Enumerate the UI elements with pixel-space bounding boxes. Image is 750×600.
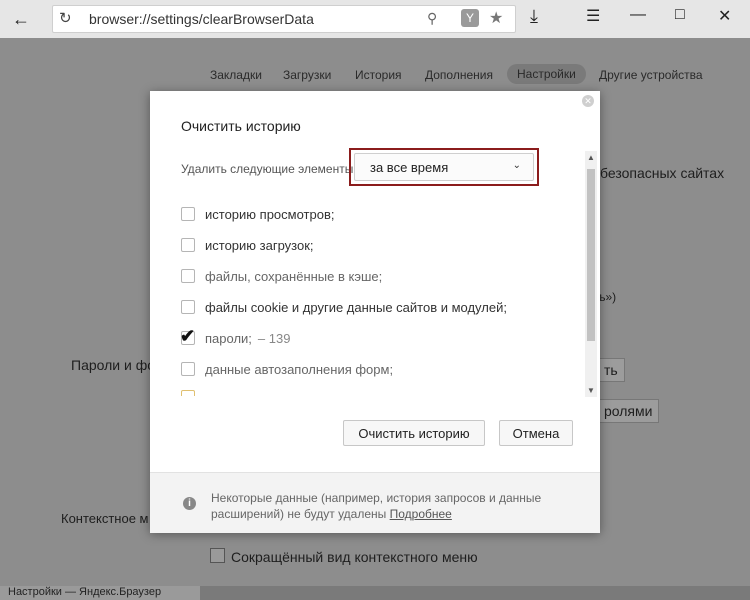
info-icon: i <box>183 497 196 510</box>
period-value: за все время <box>370 160 449 175</box>
bottom-tab-label: Настройки — Яндекс.Браузер <box>8 586 162 598</box>
tab-bookmarks[interactable]: Закладки <box>210 68 262 82</box>
clear-history-dialog: ✕ Очистить историю Удалить следующие эле… <box>150 91 600 533</box>
checkbox-checked[interactable]: ✔ <box>180 326 195 346</box>
checkbox[interactable] <box>181 390 195 396</box>
tab-extensions[interactable]: Дополнения <box>425 68 493 82</box>
checkbox[interactable] <box>181 207 195 221</box>
key-icon[interactable]: ⚲ <box>427 10 437 27</box>
download-icon[interactable]: ⤓ <box>530 6 538 27</box>
reload-icon[interactable]: ↻ <box>59 9 72 27</box>
delete-items-label: Удалить следующие элементы: <box>181 162 357 176</box>
clear-history-button[interactable]: Очистить историю <box>343 420 485 446</box>
period-select[interactable]: за все время ⌄ <box>354 153 534 181</box>
list-item[interactable]: файлы cookie и другие данные сайтов и мо… <box>181 296 507 318</box>
items-list: историю просмотров; историю загрузок; фа… <box>150 191 582 396</box>
address-bar[interactable]: ↻ browser://settings/clearBrowserData ⚲ … <box>52 5 516 33</box>
scroll-down-icon[interactable]: ▼ <box>587 386 595 395</box>
dialog-title: Очистить историю <box>181 118 301 134</box>
list-item-partial[interactable] <box>181 386 205 396</box>
menu-icon[interactable]: ☰ <box>586 6 600 26</box>
list-item[interactable]: историю просмотров; <box>181 203 334 225</box>
chevron-down-icon: ⌄ <box>512 160 521 171</box>
url-text[interactable]: browser://settings/clearBrowserData <box>89 11 314 27</box>
scroll-up-icon[interactable]: ▲ <box>587 153 595 162</box>
learn-more-link[interactable]: Подробнее <box>390 507 452 521</box>
safe-sites-text: безопасных сайтах <box>600 165 725 181</box>
cancel-button[interactable]: Отмена <box>499 420 573 446</box>
minimize-icon[interactable]: — <box>630 6 646 24</box>
list-item[interactable]: историю загрузок; <box>181 234 314 256</box>
checkbox[interactable] <box>181 362 195 376</box>
context-menu-label: Контекстное м <box>61 511 149 526</box>
close-window-icon[interactable]: ✕ <box>718 6 731 26</box>
back-arrow-icon[interactable]: ← <box>8 6 34 32</box>
list-item[interactable]: файлы, сохранённые в кэше; <box>181 265 382 287</box>
maximize-icon[interactable]: □ <box>675 6 685 24</box>
item-label: пароли; <box>205 330 252 346</box>
yandex-icon[interactable]: Y <box>461 9 479 27</box>
checkbox[interactable] <box>181 269 195 283</box>
period-highlight: за все время ⌄ <box>349 148 539 186</box>
tab-history[interactable]: История <box>355 68 402 82</box>
tab-other-devices[interactable]: Другие устройства <box>599 68 703 82</box>
item-label: историю просмотров; <box>205 206 335 222</box>
passwords-forms-label: Пароли и фо <box>71 357 156 373</box>
list-scrollbar[interactable]: ▲ ▼ <box>585 151 597 397</box>
tab-downloads[interactable]: Загрузки <box>283 68 331 82</box>
manage-passwords-button[interactable]: ролями <box>598 399 660 423</box>
checkbox[interactable] <box>181 300 195 314</box>
footer-note-text: Некоторые данные (например, история запр… <box>211 491 542 521</box>
tab-settings[interactable]: Настройки <box>507 64 586 84</box>
scroll-thumb[interactable] <box>587 169 595 341</box>
checkmark-icon: ✔ <box>180 326 196 346</box>
compact-menu-label: Сокращённый вид контекстного меню <box>231 549 478 565</box>
item-label: историю загрузок; <box>205 237 314 253</box>
passwords-count: – 139 <box>257 330 291 346</box>
dialog-footer: i Некоторые данные (например, история за… <box>150 472 600 533</box>
background-button[interactable]: ть <box>598 358 625 382</box>
footer-note: Некоторые данные (например, история запр… <box>211 490 571 522</box>
list-item[interactable]: ✔ пароли; – 139 <box>180 326 291 349</box>
item-label: файлы cookie и другие данные сайтов и мо… <box>205 299 507 315</box>
item-label: данные автозаполнения форм; <box>205 361 394 377</box>
checkbox[interactable] <box>181 238 195 252</box>
bottom-tab[interactable]: Настройки — Яндекс.Браузер <box>0 586 200 600</box>
bookmark-star-icon[interactable]: ★ <box>489 8 503 28</box>
bottom-tab-strip: Настройки — Яндекс.Браузер <box>0 586 750 600</box>
quote-fragment: ъ») <box>598 290 617 304</box>
browser-toolbar: ← ↻ browser://settings/clearBrowserData … <box>0 0 750 38</box>
compact-menu-checkbox[interactable] <box>210 548 225 563</box>
list-item[interactable]: данные автозаполнения форм; <box>181 358 393 380</box>
item-label: файлы, сохранённые в кэше; <box>205 268 383 284</box>
close-icon[interactable]: ✕ <box>582 95 594 107</box>
